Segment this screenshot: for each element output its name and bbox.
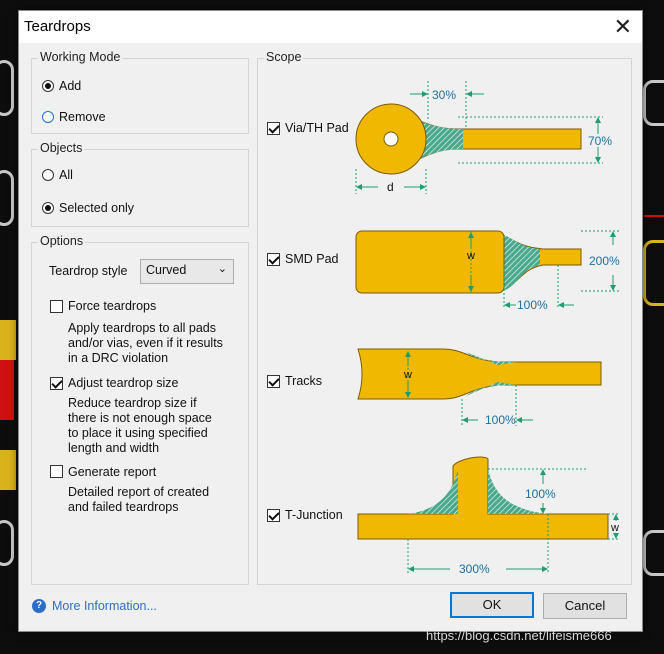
- tj-w-annotation: w: [610, 522, 619, 534]
- smd-w-annotation: w: [466, 250, 475, 262]
- working-mode-label: Working Mode: [38, 50, 123, 64]
- dialog-title: Teardrops: [24, 18, 91, 35]
- teardrop-style-value: Curved: [146, 263, 187, 277]
- radio-indicator: [42, 169, 54, 181]
- teardrop-style-label: Teardrop style: [49, 264, 128, 278]
- t-junction-diagram: 100% w 300%: [357, 456, 620, 576]
- adjust-teardrop-size-label: Adjust teardrop size: [68, 376, 179, 390]
- working-mode-group: Working Mode Add Remove: [31, 50, 249, 134]
- radio-indicator: [42, 111, 54, 123]
- adjust-teardrop-size-desc: length and width: [68, 441, 160, 455]
- generate-report-label: Generate report: [68, 465, 157, 479]
- tj-length-annotation: 300%: [459, 562, 490, 576]
- tracks-w-annotation: w: [403, 369, 412, 381]
- radio-add-label: Add: [59, 79, 82, 93]
- help-icon[interactable]: ?: [32, 599, 46, 613]
- via-th-pad-diagram: 30% 70% d: [355, 81, 612, 194]
- radio-indicator: [42, 80, 54, 92]
- chevron-down-icon: ⌄: [217, 263, 227, 275]
- smd-length-annotation: 100%: [517, 298, 548, 312]
- radio-selected-only-label: Selected only: [59, 201, 135, 215]
- watermark-text: https://blog.csdn.net/lifeisme666: [426, 628, 612, 643]
- pcb-trace: [0, 360, 14, 420]
- tracks-diagram: w 100%: [357, 348, 602, 427]
- generate-report-desc: Detailed report of created: [68, 485, 210, 499]
- tracks-length-annotation: 100%: [485, 413, 516, 427]
- tj-height-annotation: 100%: [525, 487, 556, 501]
- teardrop-style-select[interactable]: Curved ⌄: [140, 259, 234, 284]
- teardrops-dialog: Teardrops ✕ Working Mode Add Remove Obje…: [18, 10, 643, 632]
- force-teardrops-label: Force teardrops: [68, 299, 157, 313]
- more-information-link[interactable]: More Information...: [52, 599, 157, 613]
- force-teardrops-checkbox[interactable]: [50, 300, 63, 313]
- pcb-trace: [0, 450, 16, 490]
- force-teardrops-desc: in a DRC violation: [68, 351, 169, 365]
- pcb-pad: [643, 80, 664, 126]
- options-label: Options: [38, 234, 86, 248]
- objects-label: Objects: [38, 141, 85, 155]
- generate-report-desc: and failed teardrops: [68, 500, 179, 514]
- pcb-pad: [0, 520, 14, 566]
- objects-group: Objects All Selected only: [31, 141, 249, 227]
- pcb-pad: [643, 530, 664, 576]
- scope-illustrations: 30% 70% d w 200% 100% w 100% 100% w 300%: [355, 81, 620, 576]
- title-bar: Teardrops ✕: [19, 11, 642, 43]
- via-length-annotation: 30%: [432, 88, 456, 102]
- adjust-teardrop-size-desc: there is not enough space: [68, 411, 212, 425]
- smd-width-annotation: 200%: [589, 254, 620, 268]
- close-icon[interactable]: ✕: [614, 14, 632, 40]
- adjust-teardrop-size-checkbox[interactable]: [50, 377, 63, 390]
- via-d-annotation: d: [387, 180, 394, 194]
- via-width-annotation: 70%: [588, 134, 612, 148]
- radio-remove[interactable]: Remove: [42, 110, 106, 124]
- adjust-teardrop-size-desc: to place it using specified: [68, 426, 208, 440]
- pcb-pad: [643, 240, 664, 306]
- options-group: Options Teardrop style Curved ⌄ Force te…: [31, 234, 249, 585]
- pcb-pad: [0, 170, 14, 226]
- adjust-teardrop-size-desc: Reduce teardrop size if: [68, 396, 197, 410]
- radio-add[interactable]: Add: [42, 79, 81, 93]
- force-teardrops-desc: Apply teardrops to all pads: [68, 321, 217, 335]
- pcb-pad: [0, 60, 14, 116]
- force-teardrops-desc: and/or vias, even if it results: [68, 336, 223, 350]
- radio-selected-only[interactable]: Selected only: [42, 201, 134, 215]
- scope-group: Scope Via/TH Pad SMD Pad Tracks T-Juncti…: [257, 50, 632, 585]
- smd-pad-diagram: w 200% 100%: [355, 230, 620, 312]
- radio-indicator: [42, 202, 54, 214]
- generate-report-checkbox[interactable]: [50, 465, 63, 478]
- radio-remove-label: Remove: [59, 110, 106, 124]
- pcb-trace: [0, 320, 16, 360]
- radio-all[interactable]: All: [42, 168, 73, 182]
- pcb-trace: [644, 215, 664, 217]
- ok-button[interactable]: OK: [450, 592, 534, 618]
- cancel-button[interactable]: Cancel: [543, 593, 627, 619]
- radio-all-label: All: [59, 168, 73, 182]
